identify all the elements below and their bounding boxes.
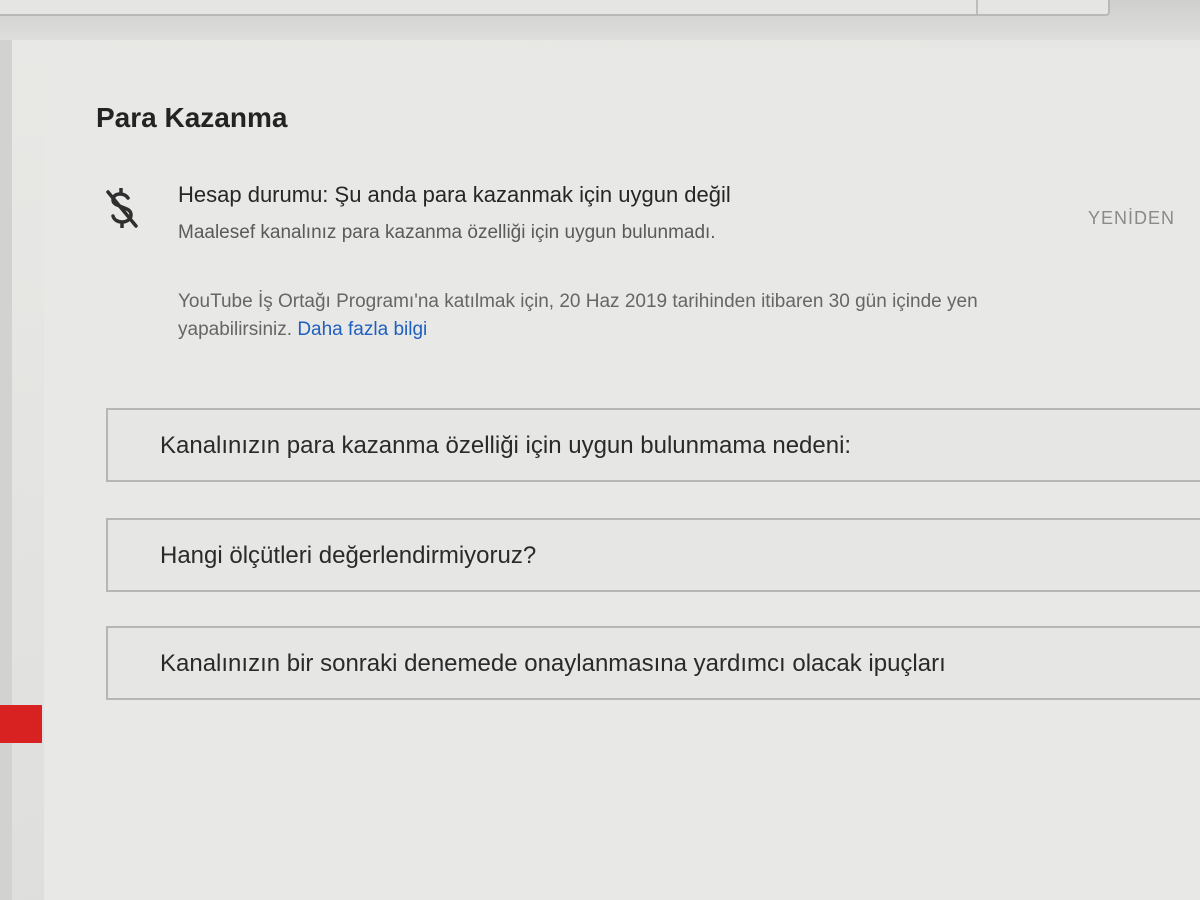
page-title: Para Kazanma <box>96 102 288 133</box>
top-bar <box>0 0 1200 40</box>
accordion-label: Kanalınızın bir sonraki denemede onaylan… <box>160 650 946 677</box>
accordion-ineligibility-reason[interactable]: Kanalınızın para kazanma özelliği için u… <box>106 408 1200 482</box>
info-line-1: YouTube İş Ortağı Programı'na katılmak i… <box>178 291 978 312</box>
top-bar-divider <box>976 0 978 14</box>
left-sidebar-edge <box>0 40 12 900</box>
learn-more-link[interactable]: Daha fazla bilgi <box>297 319 427 340</box>
accordion-label: Hangi ölçütleri değerlendirmiyoruz? <box>160 542 537 569</box>
retry-button[interactable]: YENİDEN <box>1088 208 1175 229</box>
accordion-label: Kanalınızın para kazanma özelliği için u… <box>160 432 852 459</box>
partner-program-info: YouTube İş Ortağı Programı'na katılmak i… <box>178 288 1200 344</box>
accordion-tips[interactable]: Kanalınızın bir sonraki denemede onaylan… <box>106 626 1200 700</box>
top-input-field[interactable] <box>0 0 1110 16</box>
sidebar-active-indicator[interactable] <box>0 705 42 743</box>
info-line-2: yapabilirsiniz. Daha fazla bilgi <box>178 316 1200 344</box>
no-money-icon <box>106 188 138 228</box>
info-line-2-text: yapabilirsiniz. <box>178 319 298 340</box>
accordion-criteria[interactable]: Hangi ölçütleri değerlendirmiyoruz? <box>106 518 1200 592</box>
account-status-title: Hesap durumu: Şu anda para kazanmak için… <box>178 182 731 207</box>
account-status-subtitle: Maalesef kanalınız para kazanma özelliği… <box>178 222 716 243</box>
